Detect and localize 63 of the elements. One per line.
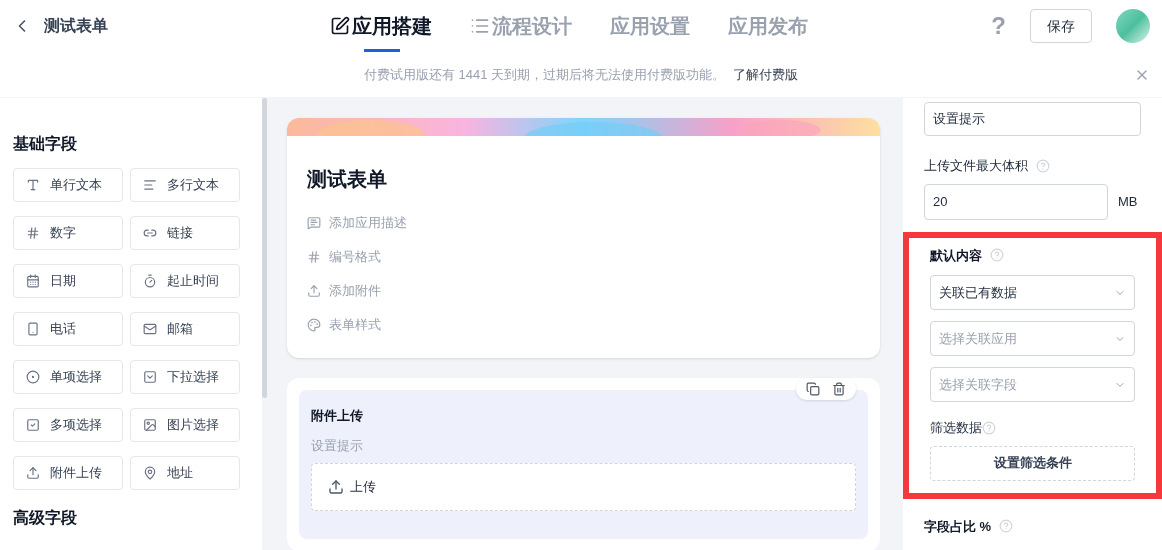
field-hint: 设置提示 (311, 436, 364, 455)
notice-text: 付费试用版还有 1441 天到期，过期后将无法使用付费版功能。 (363, 65, 726, 84)
upload-area[interactable]: 上传 (311, 463, 856, 511)
help-icon (999, 519, 1014, 534)
help-icon (982, 420, 996, 435)
help-icon (990, 248, 1004, 263)
edit-icon (330, 16, 350, 36)
save-button[interactable]: 保存 (1030, 9, 1092, 43)
link-icon (143, 226, 157, 240)
field-type-button[interactable]: 地址 (130, 456, 240, 490)
timer-icon (143, 274, 157, 288)
field-type-button[interactable]: 多行文本 (130, 168, 240, 202)
filter-button[interactable]: 设置筛选条件 (930, 445, 1135, 481)
dropdown-icon (143, 370, 157, 384)
image-icon (143, 418, 157, 432)
field-type-button[interactable]: 链接 (130, 216, 240, 250)
field-type-button[interactable]: 单项选择 (13, 360, 123, 394)
multiline-text-icon (143, 178, 157, 192)
form-title: 测试表单 (307, 167, 388, 192)
section-title: 基础字段 (13, 134, 78, 154)
number-icon (26, 226, 40, 240)
copy-icon[interactable] (806, 382, 820, 396)
field-type-button[interactable]: 图片选择 (130, 408, 240, 442)
max-size-field[interactable]: 20 (924, 183, 1108, 220)
field-label: 默认内容 (930, 246, 982, 265)
field-type-button[interactable]: 起止时间 (130, 264, 240, 298)
field-type-button[interactable]: 邮箱 (130, 312, 240, 346)
list-icon (470, 16, 490, 36)
field-type-button[interactable]: 数字 (13, 216, 123, 250)
number-icon (307, 250, 321, 264)
checkbox-icon (26, 418, 40, 432)
field-type-button[interactable]: 附件上传 (13, 456, 123, 490)
mail-icon (143, 322, 157, 336)
field-label: 附件上传 (311, 407, 364, 425)
app-title: 测试表单 (44, 16, 108, 36)
upload-icon (307, 284, 321, 298)
field-block[interactable]: 附件上传 设置提示 上传 (299, 390, 868, 539)
field-label: 上传文件最大体积 (924, 157, 1028, 175)
field-type-button[interactable]: 日期 (13, 264, 123, 298)
trash-icon[interactable] (832, 382, 846, 396)
nav-tab[interactable]: 应用搭建 (330, 0, 432, 52)
pin-icon (143, 466, 157, 480)
section-title: 高级字段 (13, 508, 78, 528)
palette-icon (307, 318, 321, 332)
upload-icon (26, 466, 40, 480)
unit-label: MB (1118, 192, 1138, 211)
hint-field[interactable]: 设置提示 (924, 102, 1141, 136)
scrollbar[interactable] (262, 98, 267, 398)
field-type-button[interactable]: 下拉选择 (130, 360, 240, 394)
radio-icon (26, 370, 40, 384)
field-type-button[interactable]: 单行文本 (13, 168, 123, 202)
field-label: 字段占比 % (924, 517, 992, 536)
field-label: 筛选数据 (930, 419, 982, 437)
text-icon (26, 178, 40, 192)
comment-icon (307, 216, 321, 230)
notice-link[interactable]: 了解付费版 (733, 64, 799, 85)
upload-icon (328, 479, 344, 495)
phone-icon (26, 322, 40, 336)
field-type-button[interactable]: 多项选择 (13, 408, 123, 442)
calendar-icon (26, 274, 40, 288)
select-field[interactable]: 关联已有数据 (930, 275, 1135, 310)
help-icon (1036, 158, 1050, 173)
field-type-button[interactable]: 电话 (13, 312, 123, 346)
